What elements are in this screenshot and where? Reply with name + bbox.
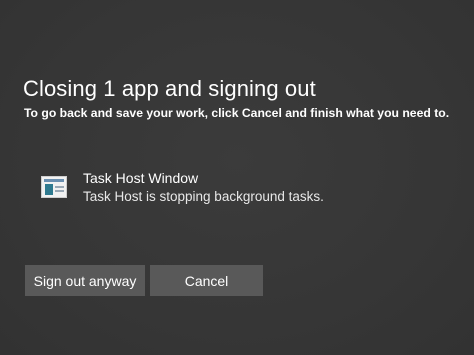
app-list-item: Task Host Window Task Host is stopping b… bbox=[40, 170, 440, 210]
sign-out-anyway-button[interactable]: Sign out anyway bbox=[25, 265, 145, 296]
dialog-subtitle: To go back and save your work, click Can… bbox=[24, 106, 450, 120]
app-status: Task Host is stopping background tasks. bbox=[83, 189, 324, 204]
dialog-title: Closing 1 app and signing out bbox=[23, 76, 316, 101]
cancel-button[interactable]: Cancel bbox=[150, 265, 263, 296]
sign-out-screen: Closing 1 app and signing out To go back… bbox=[0, 0, 474, 355]
app-name: Task Host Window bbox=[83, 170, 199, 186]
task-host-window-icon bbox=[41, 176, 67, 198]
